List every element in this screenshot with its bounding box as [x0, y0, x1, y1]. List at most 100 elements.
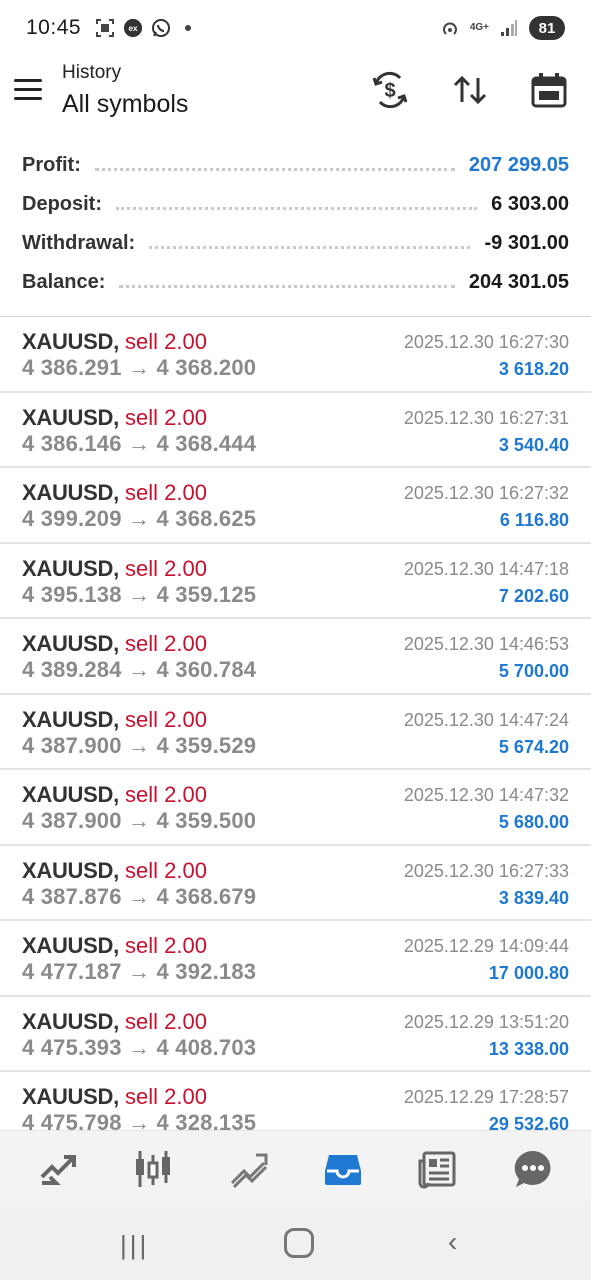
sort-button[interactable] [448, 68, 492, 112]
deal-row[interactable]: XAUUSD, sell 2.00 4 475.393 → 4 408.703 … [0, 997, 591, 1072]
news-icon [418, 1151, 456, 1188]
arrow-right-icon: → [128, 430, 151, 456]
nav-messages[interactable] [505, 1141, 561, 1197]
menu-icon-line [14, 87, 42, 91]
deal-profit: 29 532.60 [488, 1114, 569, 1130]
deal-open-price: 4 387.876 [22, 883, 122, 909]
deal-open-price: 4 387.900 [22, 732, 122, 758]
deal-row[interactable]: XAUUSD, sell 2.00 4 386.146 → 4 368.444 … [0, 393, 591, 468]
deal-side: sell 2.00 [125, 631, 207, 656]
deal-open-price: 4 477.187 [22, 959, 122, 984]
deal-time: 2025.12.30 14:47:32 [403, 785, 569, 805]
svg-text:$: $ [384, 80, 395, 102]
deal-profit: 3 618.20 [498, 359, 569, 379]
arrow-right-icon: → [128, 355, 151, 380]
deal-row[interactable]: XAUUSD, sell 2.00 4 387.900 → 4 359.500 … [0, 770, 591, 846]
deal-row[interactable]: XAUUSD, sell 2.00 4 389.284 → 4 360.784 … [0, 619, 591, 695]
exchange-app-icon: ex [123, 18, 143, 38]
deal-symbol: XAUUSD, [22, 782, 119, 807]
dotted-leader [119, 285, 455, 288]
deal-title: XAUUSD, sell 2.00 [22, 1084, 207, 1110]
deal-row[interactable]: XAUUSD, sell 2.00 4 387.900 → 4 359.529 … [0, 695, 591, 770]
nav-chart[interactable] [125, 1141, 181, 1197]
deal-time: 2025.12.29 14:09:44 [403, 936, 569, 956]
deal-side: sell 2.00 [125, 555, 207, 581]
currency-exchange-icon: $ [372, 71, 408, 109]
deal-row[interactable]: XAUUSD, sell 2.00 4 477.187 → 4 392.183 … [0, 921, 591, 997]
deal-profit: 17 000.80 [488, 963, 569, 983]
deal-open-price: 4 387.900 [22, 808, 122, 833]
deal-row[interactable]: XAUUSD, sell 2.00 4 387.876 → 4 368.679 … [0, 846, 591, 921]
deal-time: 2025.12.29 13:51:20 [403, 1011, 569, 1032]
system-navigation-bar: ||| ‹ [0, 1206, 591, 1280]
deal-time: 2025.12.30 16:27:33 [403, 860, 569, 881]
deal-symbol: XAUUSD, [22, 933, 119, 958]
deal-symbol: XAUUSD, [22, 706, 119, 732]
deal-prices: 4 399.209 → 4 368.625 [22, 506, 256, 532]
deal-open-price: 4 386.291 [22, 355, 122, 380]
arrow-right-icon: → [128, 1110, 151, 1130]
nav-history[interactable] [315, 1141, 371, 1197]
deal-profit: 5 680.00 [498, 812, 569, 832]
withdrawal-label: Withdrawal: [22, 232, 136, 254]
deal-symbol: XAUUSD, [22, 1008, 119, 1034]
calendar-button[interactable] [527, 68, 571, 112]
deals-list[interactable]: XAUUSD, sell 2.00 4 386.291 → 4 368.200 … [0, 316, 591, 1130]
svg-text:ex: ex [129, 24, 139, 33]
deal-close-price: 4 368.625 [156, 506, 257, 531]
deal-symbol: XAUUSD, [22, 480, 119, 505]
page-title[interactable]: All symbols [62, 90, 188, 119]
deal-side: sell 2.00 [125, 706, 207, 732]
menu-button[interactable] [14, 72, 48, 106]
deal-side: sell 2.00 [125, 933, 207, 958]
deal-time: 2025.12.30 16:27:31 [403, 407, 569, 428]
battery-indicator: 81 [529, 16, 565, 40]
home-button[interactable] [284, 1228, 314, 1258]
balance-value: 204 301.05 [468, 271, 569, 293]
chart-icon [135, 1150, 170, 1187]
deal-side: sell 2.00 [125, 857, 207, 883]
status-bar: 10:45 ex 4G+ 81 [0, 0, 591, 56]
deal-prices: 4 387.900 → 4 359.500 [22, 808, 256, 834]
nav-trade[interactable] [220, 1141, 276, 1197]
dotted-leader [116, 207, 478, 210]
hotspot-icon [440, 18, 460, 38]
history-icon [325, 1154, 362, 1185]
deal-side: sell 2.00 [125, 329, 207, 354]
deal-symbol: XAUUSD, [22, 1084, 119, 1109]
deal-time: 2025.12.30 14:47:24 [403, 709, 569, 730]
deal-row[interactable]: XAUUSD, sell 2.00 4 395.138 → 4 359.125 … [0, 544, 591, 619]
deal-title: XAUUSD, sell 2.00 [22, 329, 207, 355]
deal-time: 2025.12.30 16:27:32 [403, 483, 569, 503]
calendar-icon [531, 73, 567, 108]
deal-row[interactable]: XAUUSD, sell 2.00 4 399.209 → 4 368.625 … [0, 468, 591, 544]
deal-symbol: XAUUSD, [22, 857, 119, 883]
deposit-value: 6 303.00 [491, 193, 569, 215]
nav-news[interactable] [410, 1141, 466, 1197]
deal-row[interactable]: XAUUSD, sell 2.00 4 475.798 → 4 328.135 … [0, 1072, 591, 1130]
recent-apps-button[interactable]: ||| [120, 1230, 149, 1261]
nav-quotes[interactable] [30, 1141, 86, 1197]
network-type: 4G+ [469, 22, 489, 33]
deal-side: sell 2.00 [125, 480, 207, 505]
deal-prices: 4 477.187 → 4 392.183 [22, 959, 256, 985]
deal-close-price: 4 368.444 [156, 430, 257, 456]
deal-profit: 5 700.00 [498, 661, 569, 681]
deal-title: XAUUSD, sell 2.00 [22, 933, 207, 959]
currency-exchange-button[interactable]: $ [368, 68, 412, 112]
deal-side: sell 2.00 [125, 782, 207, 807]
deal-close-price: 4 392.183 [156, 959, 257, 984]
arrow-right-icon: → [128, 959, 151, 984]
deal-title: XAUUSD, sell 2.00 [22, 556, 207, 582]
deal-profit: 13 338.00 [488, 1038, 569, 1059]
profit-row: Profit: 207 299.05 [0, 146, 591, 185]
deal-row[interactable]: XAUUSD, sell 2.00 4 386.291 → 4 368.200 … [0, 317, 591, 393]
deal-close-price: 4 359.125 [156, 581, 257, 607]
back-button[interactable]: ‹ [448, 1226, 457, 1258]
deal-open-price: 4 399.209 [22, 506, 122, 531]
arrow-right-icon: → [128, 581, 151, 607]
deal-title: XAUUSD, sell 2.00 [22, 405, 207, 431]
deal-open-price: 4 395.138 [22, 581, 122, 607]
deal-close-price: 4 408.703 [156, 1034, 257, 1060]
deal-close-price: 4 368.200 [156, 355, 257, 380]
